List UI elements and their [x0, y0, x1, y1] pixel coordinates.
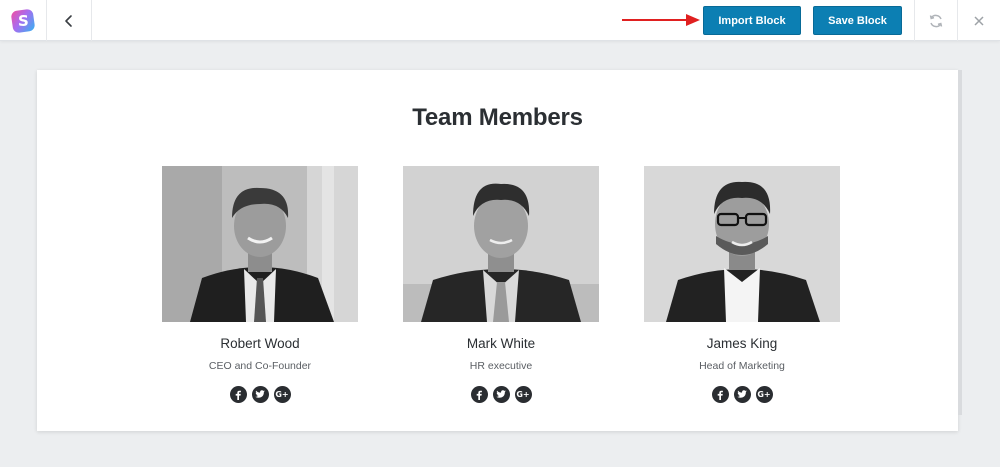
section-title: Team Members	[412, 104, 583, 131]
member-photo	[644, 166, 840, 322]
google-plus-icon[interactable]: G+	[514, 386, 532, 403]
app-logo: S	[10, 8, 36, 33]
canvas-scrollbar[interactable]	[958, 70, 962, 415]
google-plus-icon[interactable]: G+	[273, 386, 291, 403]
refresh-button[interactable]	[914, 0, 957, 41]
member-photo	[403, 166, 599, 322]
save-block-button[interactable]: Save Block	[813, 6, 902, 35]
team-member-card: Robert Wood CEO and Co-Founder G+	[162, 166, 358, 403]
twitter-icon[interactable]	[251, 386, 269, 403]
close-button[interactable]	[957, 0, 1000, 41]
member-photo	[162, 166, 358, 322]
app-logo-cell[interactable]: S	[0, 0, 47, 41]
member-role: CEO and Co-Founder	[208, 360, 312, 372]
member-name: Mark White	[466, 336, 536, 351]
annotation-arrow-icon	[622, 14, 700, 26]
member-role: HR executive	[469, 360, 533, 372]
facebook-icon[interactable]	[711, 386, 729, 403]
team-member-card: James King Head of Marketing G+	[644, 166, 840, 403]
member-role: Head of Marketing	[699, 360, 785, 372]
back-button[interactable]	[47, 0, 92, 41]
top-toolbar: S Import Block Save Block	[0, 0, 1000, 41]
facebook-icon[interactable]	[470, 386, 488, 403]
social-links: G+	[162, 386, 358, 403]
block-preview-canvas: Team Members Robert Wood CEO and Co-Foun…	[37, 70, 958, 431]
refresh-icon	[929, 14, 943, 27]
team-member-card: Mark White HR executive G+	[403, 166, 599, 403]
chevron-left-icon	[65, 14, 72, 27]
twitter-icon[interactable]	[492, 386, 510, 403]
close-icon	[974, 15, 984, 26]
social-links: G+	[403, 386, 599, 403]
social-links: G+	[644, 386, 840, 403]
twitter-icon[interactable]	[733, 386, 751, 403]
import-block-button[interactable]: Import Block	[703, 6, 801, 35]
app-logo-letter: S	[17, 11, 29, 30]
member-name: Robert Wood	[220, 336, 300, 351]
member-name: James King	[706, 336, 778, 351]
google-plus-icon[interactable]: G+	[755, 386, 773, 403]
facebook-icon[interactable]	[229, 386, 247, 403]
